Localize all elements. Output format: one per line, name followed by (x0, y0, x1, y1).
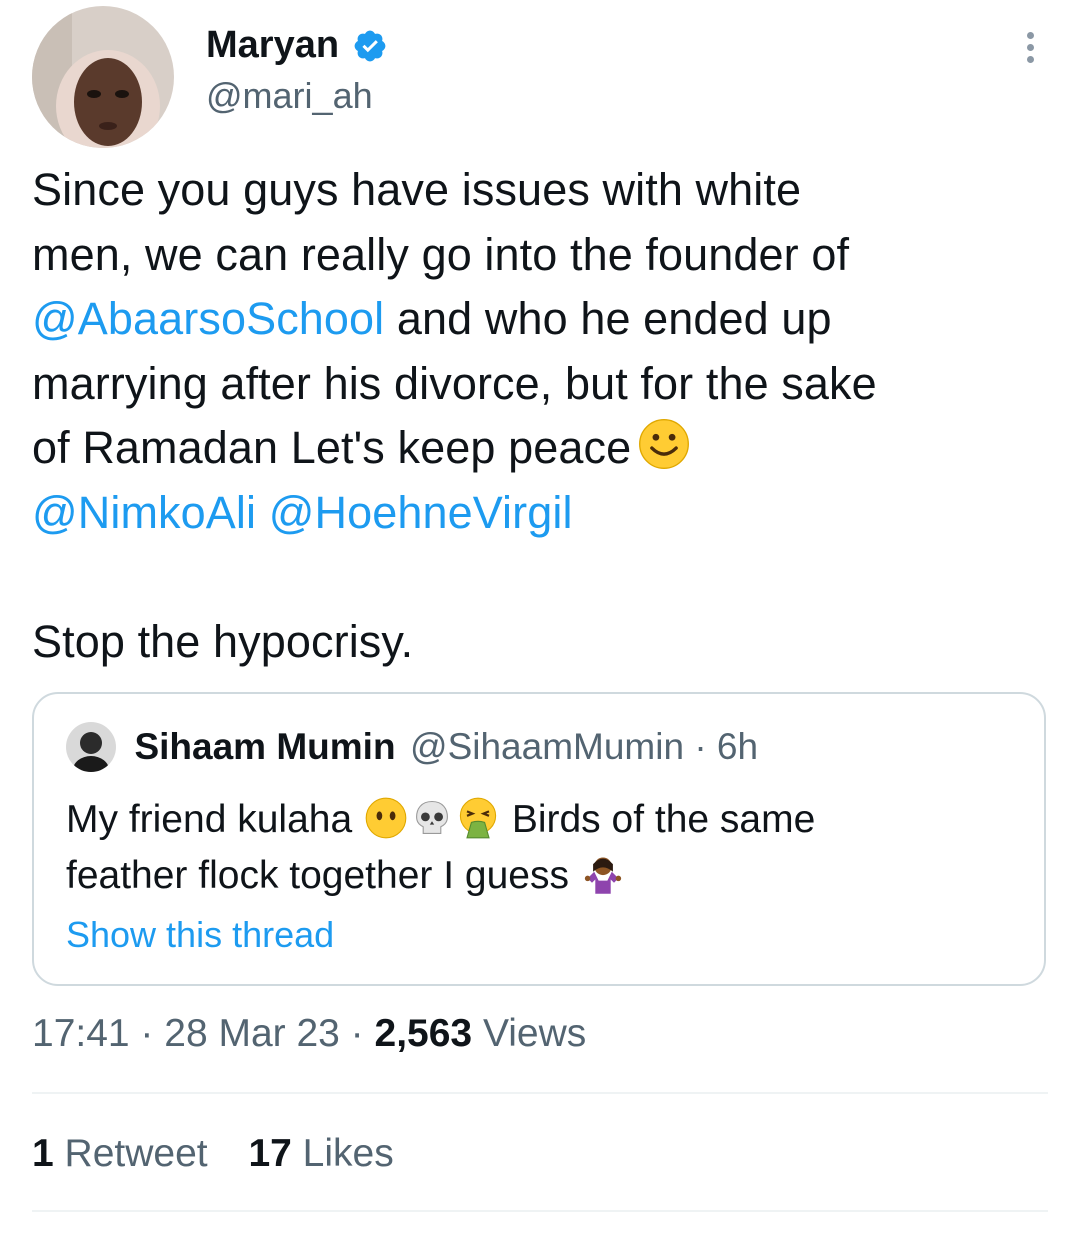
tweet-header: Maryan @mari_ah (32, 6, 1048, 156)
tweet-time-date[interactable]: 17:41 · 28 Mar 23 · (32, 1012, 375, 1055)
quoted-text-part: Birds of the same (511, 798, 816, 841)
vomiting-face-emoji (459, 797, 497, 839)
engagement-stats: 1 Retweet 17 Likes (32, 1132, 424, 1176)
more-options-icon[interactable] (1020, 32, 1040, 72)
quoted-tweet-card[interactable]: Sihaam Mumin @SihaamMumin · 6h My friend… (32, 692, 1046, 986)
views-label: Views (472, 1012, 587, 1055)
mention-link[interactable]: @NimkoAli (32, 487, 256, 538)
skull-emoji (416, 800, 448, 834)
tweet-line: of Ramadan Let's keep peace (32, 422, 632, 473)
dotted-eyes-face-emoji (365, 797, 407, 839)
retweets-count: 1 (32, 1132, 54, 1175)
smiling-face-emoji (639, 419, 690, 469)
author-handle[interactable]: @mari_ah (206, 75, 388, 117)
quoted-author-handle-time: @SihaamMumin · 6h (410, 726, 759, 767)
divider (32, 1210, 1048, 1212)
views-count: 2,563 (374, 1012, 473, 1055)
likes-stat[interactable]: 17 Likes (248, 1132, 393, 1176)
mention-link[interactable]: @HoehneVirgil (269, 487, 573, 538)
retweets-label: Retweet (53, 1132, 208, 1175)
tweet-body: Since you guys have issues with white me… (32, 158, 1032, 674)
author-display-name[interactable]: Maryan (206, 24, 339, 67)
author-avatar[interactable] (32, 6, 174, 148)
retweets-stat[interactable]: 1 Retweet (32, 1132, 208, 1176)
quoted-text-part: My friend kulaha (66, 798, 353, 841)
quoted-author-avatar[interactable] (66, 722, 116, 772)
mention-link[interactable]: @AbaarsoSchool (32, 293, 384, 344)
shrugging-woman-emoji (584, 857, 621, 894)
quoted-tweet-text: My friend kulaha Birds of the same feath… (66, 792, 1026, 904)
quoted-text-part: feather flock together I guess (66, 854, 569, 897)
tweet-line: Since you guys have issues with white (32, 164, 802, 215)
tweet-meta: 17:41 · 28 Mar 23 · 2,563 Views (32, 1012, 586, 1056)
tweet-line: marrying after his divorce, but for the … (32, 357, 877, 409)
quoted-author-name[interactable]: Sihaam Mumin (134, 726, 395, 768)
tweet-line: men, we can really go into the founder o… (32, 228, 850, 280)
show-thread-link[interactable]: Show this thread (66, 914, 334, 956)
tweet-line: and who he ended up (384, 293, 832, 344)
verified-badge-icon (354, 30, 385, 61)
likes-count: 17 (248, 1132, 292, 1175)
tweet-closing: Stop the hypocrisy. (32, 615, 414, 667)
divider (32, 1092, 1048, 1094)
likes-label: Likes (291, 1132, 394, 1175)
